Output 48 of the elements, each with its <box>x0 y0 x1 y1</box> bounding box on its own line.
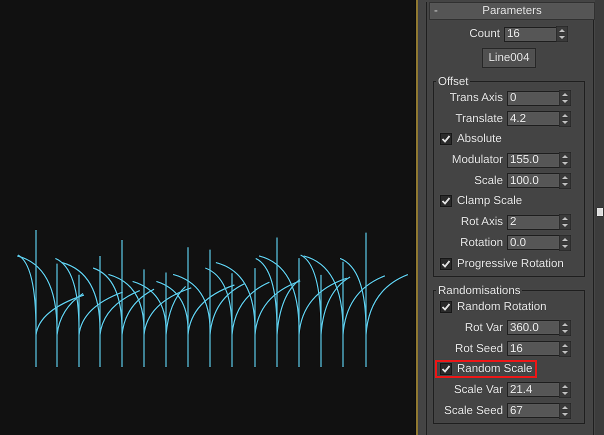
spinner-arrows-icon[interactable] <box>559 234 571 251</box>
number-field[interactable]: 21.4 <box>507 382 559 398</box>
field-label: Rot Var <box>464 322 504 334</box>
number-field[interactable]: 16 <box>504 26 556 42</box>
field-label: Translate <box>454 112 504 125</box>
spinner-arrows-icon[interactable] <box>559 320 571 336</box>
spinner-arrows-icon[interactable] <box>556 26 568 42</box>
checkbox[interactable] <box>440 363 452 376</box>
spinner-arrows-icon[interactable] <box>559 340 571 357</box>
number-field[interactable]: 0.0 <box>507 235 559 250</box>
group-title: Randomisations <box>437 284 522 297</box>
number-field[interactable]: 155.0 <box>507 152 559 168</box>
checkbox-label: Random Scale <box>457 363 532 376</box>
number-field[interactable]: 67 <box>507 403 559 418</box>
number-field[interactable]: 100.0 <box>507 173 559 188</box>
number-field[interactable]: 360.0 <box>507 320 559 336</box>
field-label: Trans Axis <box>448 92 504 104</box>
checkbox[interactable] <box>440 133 452 146</box>
scrollbar-thumb[interactable] <box>597 208 603 216</box>
spinner-arrows-icon[interactable] <box>559 152 571 168</box>
number-field[interactable]: 16 <box>507 341 559 356</box>
spinner-arrows-icon[interactable] <box>559 382 571 398</box>
field-label: Rotation <box>459 236 504 249</box>
spinner-arrows-icon[interactable] <box>559 402 571 419</box>
field-label: Modulator <box>450 154 504 166</box>
checkbox[interactable] <box>440 195 452 208</box>
field-label: Count <box>468 28 501 40</box>
checkbox-label: Absolute <box>457 133 502 146</box>
checkbox[interactable] <box>440 301 452 314</box>
spinner-arrows-icon[interactable] <box>559 214 571 230</box>
number-field[interactable]: 2 <box>507 214 559 230</box>
pick-object-button[interactable]: Line004 <box>482 48 536 68</box>
rollout-header[interactable]: - Parameters <box>429 2 595 20</box>
number-field[interactable]: 0 <box>507 90 559 106</box>
spinner-arrows-icon[interactable] <box>559 172 571 189</box>
field-label: Rot Seed <box>454 342 504 355</box>
checkbox[interactable] <box>440 258 452 270</box>
spinner-arrows-icon[interactable] <box>559 90 571 106</box>
spinner-arrows-icon[interactable] <box>559 110 571 127</box>
group-title: Offset <box>437 76 470 88</box>
checkbox-label: Random Rotation <box>457 301 546 314</box>
checkbox-label: Clamp Scale <box>457 195 522 208</box>
field-label: Scale Seed <box>443 404 504 417</box>
checkbox-label: Progressive Rotation <box>457 258 564 270</box>
field-label: Rot Axis <box>460 216 504 228</box>
number-field[interactable]: 4.2 <box>507 111 559 126</box>
field-label: Scale <box>473 174 504 187</box>
field-label: Scale Var <box>452 384 504 396</box>
